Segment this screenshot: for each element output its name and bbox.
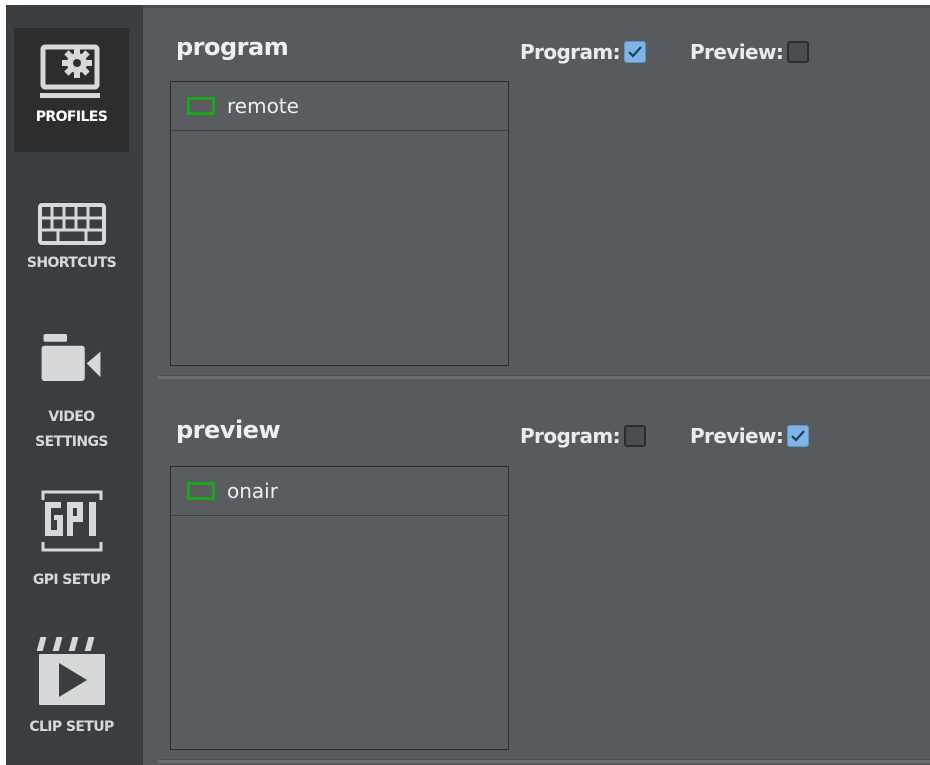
monitor-icon — [187, 97, 215, 115]
sidebar-item-gpi-setup[interactable]: GPI SETUP — [14, 488, 129, 598]
program-checkbox[interactable] — [623, 41, 646, 63]
monitor-icon — [187, 482, 215, 500]
section-divider — [158, 375, 930, 379]
checkmark-icon — [628, 46, 642, 58]
section-title: preview — [176, 416, 281, 444]
sidebar-item-label: PROFILES — [35, 109, 108, 125]
preview-checkbox[interactable] — [787, 41, 810, 63]
sidebar-item-label: GPI SETUP — [32, 572, 111, 588]
profile-list: remote — [170, 81, 509, 366]
program-label: Program: — [520, 424, 621, 448]
section-program: program Program: Preview: remote — [143, 5, 930, 385]
preview-label: Preview: — [690, 40, 784, 64]
program-toggle[interactable]: Program: — [520, 40, 646, 64]
sidebar-item-label: SHORTCUTS — [26, 255, 117, 271]
video-camera-icon — [41, 333, 100, 382]
clapperboard-play-icon — [36, 637, 105, 705]
sidebar-item-label: CLIP SETUP — [29, 719, 114, 735]
section-title: program — [176, 33, 289, 61]
monitor-gear-icon — [39, 44, 100, 98]
sidebar: PROFILES SHORTCUTS VIDEO SETTINGS GPI SE… — [6, 5, 143, 765]
sidebar-item-label-line1: VIDEO — [48, 409, 95, 425]
program-label: Program: — [520, 40, 621, 64]
list-item[interactable]: onair — [171, 467, 508, 516]
preview-toggle[interactable]: Preview: — [690, 40, 810, 64]
sidebar-item-shortcuts[interactable]: SHORTCUTS — [14, 195, 129, 285]
sidebar-item-label-line2: SETTINGS — [35, 434, 108, 450]
sidebar-item-video-settings[interactable]: VIDEO SETTINGS — [14, 330, 129, 455]
preview-checkbox[interactable] — [787, 425, 810, 447]
preview-label: Preview: — [690, 424, 784, 448]
checkmark-icon — [791, 430, 806, 442]
list-item[interactable]: remote — [171, 82, 508, 131]
sidebar-item-profiles[interactable]: PROFILES — [14, 28, 129, 152]
preview-toggle[interactable]: Preview: — [690, 424, 810, 448]
bottom-divider — [158, 759, 930, 763]
profile-list: onair — [170, 466, 509, 750]
main-panel: program Program: Preview: remote preview… — [143, 5, 930, 765]
section-preview: preview Program: Preview: onair — [143, 390, 930, 765]
program-checkbox[interactable] — [623, 425, 646, 447]
gpi-icon — [41, 490, 102, 552]
keyboard-icon — [37, 203, 106, 245]
sidebar-item-clip-setup[interactable]: CLIP SETUP — [14, 635, 129, 755]
program-toggle[interactable]: Program: — [520, 424, 646, 448]
list-item-label: onair — [227, 479, 278, 503]
list-item-label: remote — [227, 94, 299, 118]
